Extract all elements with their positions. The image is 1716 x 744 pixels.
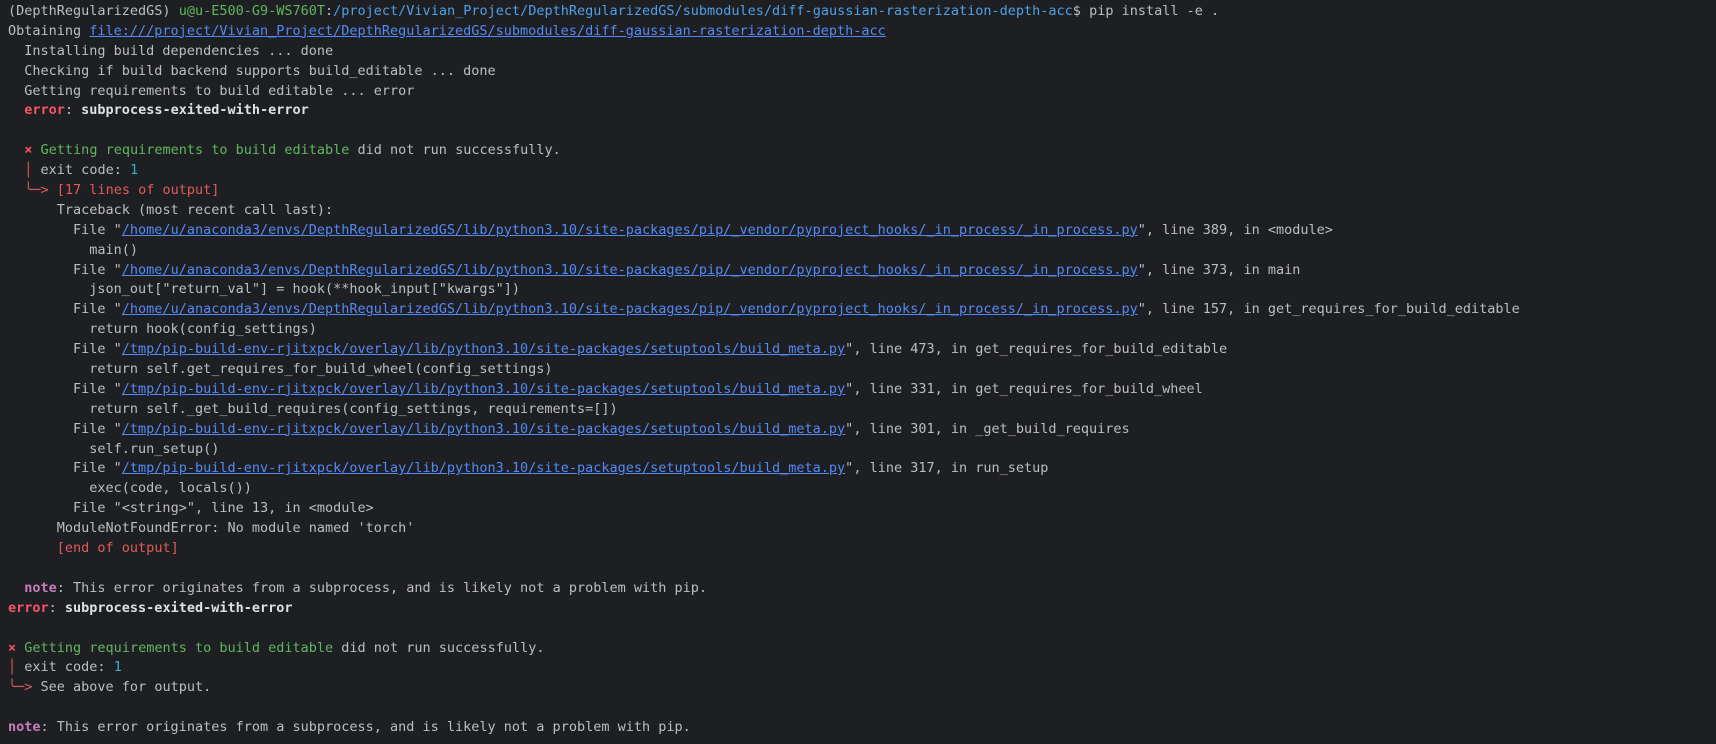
exit-code-label: exit code: — [24, 659, 114, 676]
traceback-code: self.run_setup() — [89, 440, 220, 457]
end-marker: [end of output] — [56, 540, 179, 557]
note-label: note — [24, 579, 57, 596]
traceback-frame: File "/home/u/anaconda3/envs/DepthRegula… — [8, 301, 1520, 318]
error-message: subprocess-exited-with-error — [64, 599, 293, 616]
note-line: note: This error originates from a subpr… — [8, 579, 1716, 599]
failure-x-icon: × — [8, 639, 17, 656]
user-host: u@u-E500-G9-WS760T — [178, 3, 326, 19]
end-marker-line: [end of output] — [8, 539, 1716, 559]
tree-branch-icon: │ — [24, 162, 33, 179]
tree-arrow-icon: ╰─> — [24, 182, 49, 199]
exit-code-value: 1 — [129, 162, 139, 179]
traceback-frame: File "/home/u/anaconda3/envs/DepthRegula… — [8, 221, 1333, 238]
prompt-symbol: $ — [1072, 3, 1081, 19]
tree-arrow-icon: ╰─> — [8, 679, 33, 696]
terminal-output[interactable]: (DepthRegularizedGS) u@u-E500-G9-WS760T:… — [0, 0, 1716, 744]
traceback-frame: File "/tmp/pip-build-env-rjitxpck/overla… — [8, 380, 1203, 397]
conda-env: (DepthRegularizedGS) — [8, 3, 171, 19]
exit-code-value: 1 — [113, 659, 122, 676]
failure-rest: did not run successfully. — [349, 142, 561, 159]
step-line: Checking if build backend supports build… — [8, 62, 496, 79]
traceback-file-link[interactable]: /tmp/pip-build-env-rjitxpck/overlay/lib/… — [122, 341, 845, 357]
failure-x-icon: × — [24, 142, 33, 159]
see-above-text: See above for output. — [40, 679, 212, 696]
command-text: pip install -e . — [1089, 3, 1220, 19]
traceback-file-link[interactable]: /home/u/anaconda3/envs/DepthRegularizedG… — [122, 262, 1138, 278]
traceback-code: return self._get_build_requires(config_s… — [89, 400, 618, 417]
traceback-file-link[interactable]: /home/u/anaconda3/envs/DepthRegularizedG… — [122, 222, 1138, 238]
step-line: Installing build dependencies ... done — [8, 42, 334, 59]
traceback-frame: File "/tmp/pip-build-env-rjitxpck/overla… — [8, 341, 1228, 358]
traceback-file-link[interactable]: /tmp/pip-build-env-rjitxpck/overlay/lib/… — [122, 460, 845, 476]
traceback-file-link[interactable]: /home/u/anaconda3/envs/DepthRegularizedG… — [122, 301, 1138, 317]
traceback-code: return hook(config_settings) — [89, 321, 317, 338]
note-message: : This error originates from a subproces… — [56, 579, 707, 596]
step-line: Getting requirements to build editable .… — [8, 82, 415, 99]
traceback-code: return self.get_requires_for_build_wheel… — [89, 361, 553, 378]
error-message: subprocess-exited-with-error — [81, 102, 309, 119]
obtaining-link[interactable]: file:///project/Vivian_Project/DepthRegu… — [89, 23, 886, 39]
traceback-header: Traceback (most recent call last): — [56, 201, 334, 218]
traceback-code: exec(code, locals()) — [89, 480, 252, 497]
failure-title: Getting requirements to build editable — [40, 142, 350, 159]
traceback-code: json_out["return_val"] = hook(**hook_inp… — [89, 281, 521, 298]
traceback-frame: File "/tmp/pip-build-env-rjitxpck/overla… — [8, 460, 1049, 477]
traceback-code: main() — [89, 241, 139, 258]
traceback-frame: File "/tmp/pip-build-env-rjitxpck/overla… — [8, 420, 1130, 437]
error-line: error: subprocess-exited-with-error — [8, 599, 293, 616]
error-line: error: subprocess-exited-with-error — [24, 102, 309, 119]
traceback-file-link[interactable]: /tmp/pip-build-env-rjitxpck/overlay/lib/… — [122, 421, 845, 437]
traceback-frame: File "<string>", line 13, in <module> — [73, 500, 374, 517]
traceback-frame: File "/home/u/anaconda3/envs/DepthRegula… — [8, 261, 1301, 278]
prompt-line: (DepthRegularizedGS) u@u-E500-G9-WS760T:… — [8, 3, 1220, 19]
exception-line: ModuleNotFoundError: No module named 'to… — [56, 520, 415, 537]
output-marker-line: ╰─> [17 lines of output] — [8, 181, 1716, 201]
exit-code-label: exit code: — [40, 162, 130, 179]
failure-title: Getting requirements to build editable — [24, 639, 334, 656]
see-above-line: ╰─> See above for output. — [8, 678, 1716, 698]
failure-header: × Getting requirements to build editable… — [8, 141, 1716, 161]
error-label: error — [24, 102, 65, 119]
error-label: error — [8, 599, 49, 616]
note-line: note: This error originates from a subpr… — [8, 718, 1716, 738]
failure-rest: did not run successfully. — [333, 639, 545, 656]
traceback-file-link[interactable]: /tmp/pip-build-env-rjitxpck/overlay/lib/… — [122, 381, 845, 397]
current-directory: /project/Vivian_Project/DepthRegularized… — [333, 3, 1073, 19]
output-marker: [17 lines of output] — [56, 182, 220, 199]
obtaining-label: Obtaining — [8, 22, 90, 39]
note-message: : This error originates from a subproces… — [40, 719, 691, 736]
exit-code-line: │ exit code: 1 — [8, 161, 1716, 181]
note-label: note — [8, 719, 41, 736]
exit-code-line: │ exit code: 1 — [8, 658, 1716, 678]
failure-header: × Getting requirements to build editable… — [8, 639, 1716, 659]
tree-branch-icon: │ — [8, 659, 17, 676]
obtaining-line: Obtaining file:///project/Vivian_Project… — [8, 22, 1716, 42]
